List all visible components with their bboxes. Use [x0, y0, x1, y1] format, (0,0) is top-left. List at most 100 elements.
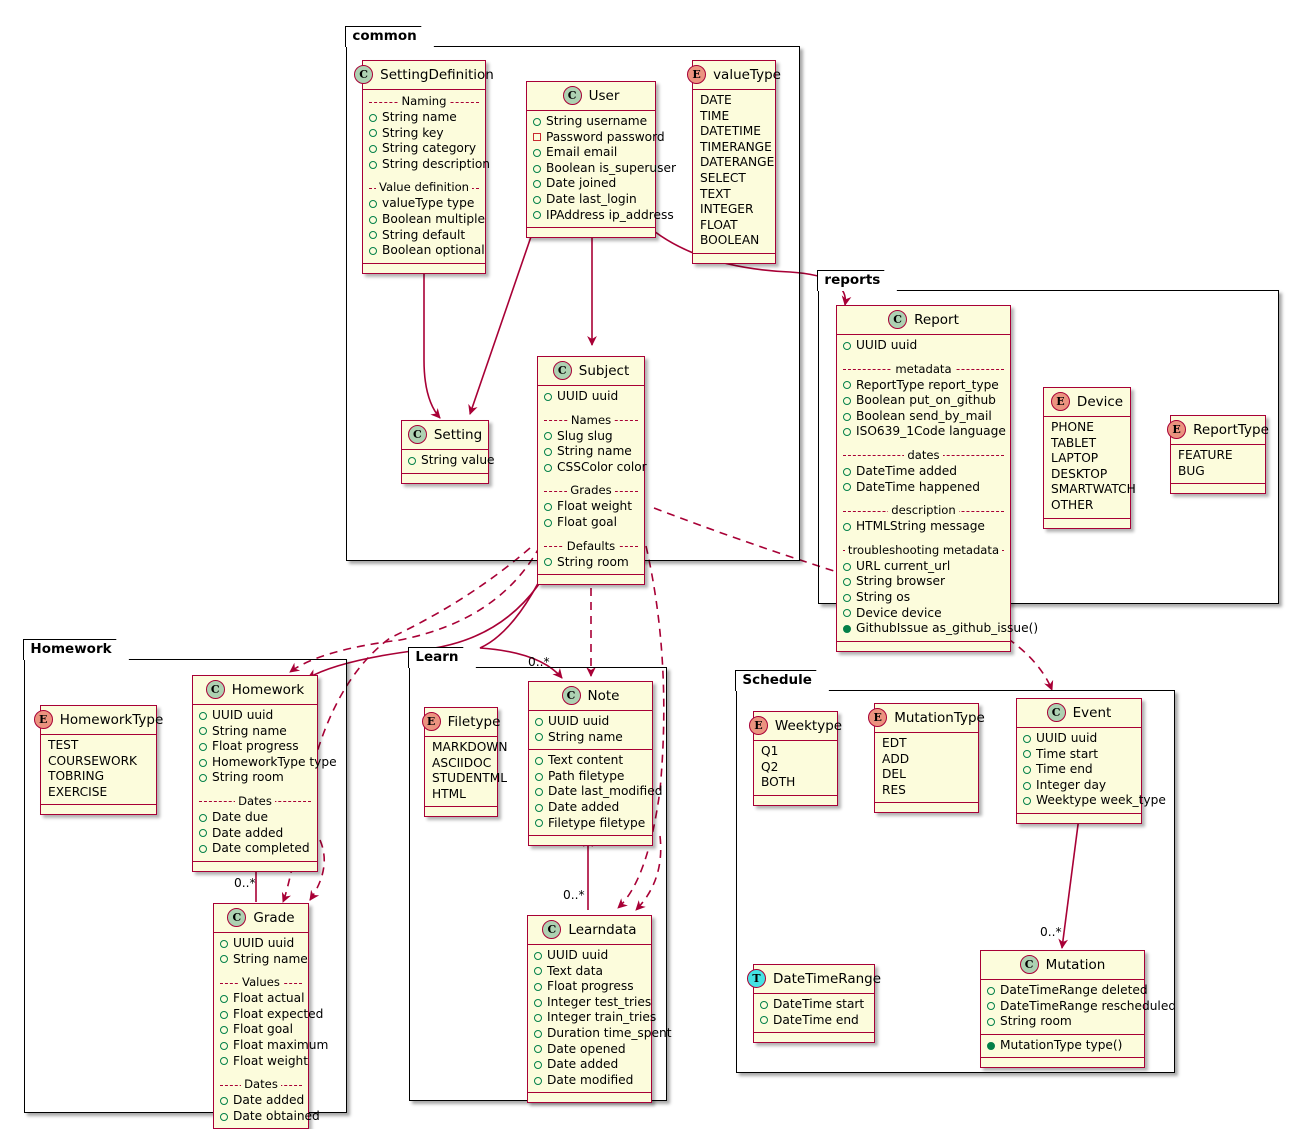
class-compartment: UUID uuid String name	[214, 933, 308, 971]
visibility-pub-icon	[533, 180, 541, 189]
visibility-priv-icon	[533, 133, 541, 142]
class-name-user: User	[588, 87, 620, 104]
member-label: ISO639_1Code language	[856, 424, 1006, 439]
visibility-pub-icon	[199, 844, 207, 853]
member-label: Float goal	[233, 1022, 294, 1037]
class-compartment: UUID uuid	[538, 386, 644, 409]
visibility-pub-icon	[534, 1076, 542, 1085]
class-event[interactable]: C Event UUID uuid Time start Time end Integer…	[1016, 698, 1166, 824]
class-compartment-empty	[193, 860, 317, 871]
class-header-note: C Note	[529, 682, 652, 711]
class-compartment: UUID uuid String name Float progress Homewo…	[193, 705, 337, 790]
enum-values-homework-type: TEST COURSEWORK TOBRING EXERCISE	[41, 735, 156, 804]
member-label: Device device	[856, 605, 942, 620]
class-icon: C	[354, 65, 374, 84]
class-subject[interactable]: C Subject UUID uuid Names Slug slug String na…	[537, 356, 647, 586]
class-setting[interactable]: C Setting String value	[401, 420, 495, 484]
enum-reporttype[interactable]: E ReportType FEATURE BUG	[1167, 415, 1269, 495]
class-icon: C	[562, 86, 582, 105]
enum-value: DATE	[700, 93, 732, 107]
member-label: UUID uuid	[557, 389, 619, 403]
class-name-device: Device	[1076, 393, 1124, 410]
class-learndata[interactable]: C Learndata UUID uuid Text data Float progre…	[527, 915, 672, 1104]
member-label: String name	[212, 723, 287, 738]
class-member: Float goal	[544, 515, 638, 531]
class-compartment: Values Float actual Float expected Float go…	[214, 971, 328, 1073]
enum-homeworktype[interactable]: E HomeworkType TEST COURSEWORK TOBRING EXERCI…	[33, 705, 163, 816]
class-member: UUID uuid	[843, 338, 1004, 354]
class-member: UUID uuid	[199, 708, 311, 724]
class-compartment: Naming String name String key String catego…	[363, 90, 490, 176]
member-label: Float maximum	[233, 1037, 329, 1052]
class-header-grade: C Grade	[214, 904, 308, 933]
class-homework[interactable]: C Homework UUID uuid String name Float progr…	[192, 675, 337, 872]
member-label: String key	[382, 125, 444, 140]
class-header-date-time-range: T DateTimeRange	[746, 965, 881, 994]
class-member: String value	[408, 453, 495, 469]
visibility-pub-icon	[220, 1057, 228, 1066]
visibility-pub-icon	[544, 518, 552, 527]
class-icon: C	[561, 686, 581, 705]
enum-weektype[interactable]: E Weektype Q1 Q2 BOTH	[748, 711, 842, 806]
class-name-homework: Homework	[231, 681, 305, 698]
class-member: Float progress	[199, 739, 311, 755]
member-label: Float expected	[233, 1006, 324, 1021]
enum-icon: E	[1167, 420, 1187, 439]
visibility-pub-icon	[533, 195, 541, 204]
visibility-pub-icon	[544, 432, 552, 441]
class-datetimerange[interactable]: T DateTimeRange DateTime start DateTime end	[746, 964, 881, 1044]
class-member: Integer test_tries	[534, 995, 651, 1011]
enum-value: PHONE	[1051, 420, 1094, 434]
visibility-pub-icon	[1023, 781, 1031, 790]
enum-filetype[interactable]: E Filetype MARKDOWN ASCIIDOC STUDENTML HTML	[421, 707, 508, 818]
enum-valuetype[interactable]: EvalueType DATE TIME DATETIME TIMERANGE DATER…	[687, 60, 781, 264]
member-label: Integer train_tries	[547, 1010, 657, 1025]
compartment-group-label: dates	[843, 447, 1004, 463]
class-header-filetype: E Filetype	[421, 708, 500, 737]
member-label: String room	[212, 770, 284, 785]
class-note[interactable]: C Note UUID uuid String name Text content Pat…	[528, 681, 662, 847]
class-settingdefinition[interactable]: C SettingDefinition Naming String name Strin…	[354, 60, 494, 274]
member-label: Date added	[212, 825, 284, 840]
visibility-pub-icon	[987, 1002, 995, 1011]
visibility-pub-icon	[760, 1016, 768, 1025]
class-user[interactable]: C User String username Password password Ema…	[526, 81, 676, 239]
class-icon: C	[552, 361, 572, 380]
enum-value: LAPTOP	[1051, 451, 1099, 466]
member-label: Slug slug	[557, 428, 613, 443]
class-member: ISO639_1Code language	[843, 424, 1006, 440]
class-member: String default	[369, 228, 479, 244]
enum-values-value-type: DATE TIME DATETIME TIMERANGE DATERANGE SELECT…	[693, 90, 775, 253]
enum-mutationtype[interactable]: E MutationType EDT ADD DEL RES	[868, 703, 985, 814]
enum-value: ADD	[882, 751, 910, 766]
member-label: Date last_login	[546, 191, 637, 206]
enum-value: STUDENTML	[432, 771, 508, 786]
visibility-pub-icon	[843, 341, 851, 350]
member-label: HomeworkType type	[212, 754, 337, 769]
visibility-pub-icon	[843, 467, 851, 476]
member-label: String description	[382, 156, 491, 171]
class-grade[interactable]: C Grade UUID uuid String name Values Float ac…	[213, 903, 328, 1129]
class-member: Filetype filetype	[535, 816, 646, 832]
class-member: Integer train_tries	[534, 1010, 656, 1026]
class-member: URL current_url	[843, 559, 1004, 575]
class-report[interactable]: C Report UUID uuid metadata ReportType repor…	[836, 305, 1038, 652]
class-mutation[interactable]: C Mutation DateTimeRange deleted DateTimeRa…	[980, 950, 1176, 1069]
compartment-group-label: description	[843, 503, 1004, 518]
class-compartment: String value	[402, 450, 495, 473]
class-compartment: UUID uuid	[837, 335, 1010, 358]
enum-device[interactable]: E Device PHONE TABLET LAPTOP DESKTOP SMARTWATC…	[1043, 387, 1136, 529]
package-tab-reports: reports	[817, 269, 911, 293]
visibility-pub-icon	[843, 593, 851, 602]
enum-value: Q2	[761, 759, 779, 774]
visibility-pub-icon	[534, 1060, 542, 1069]
visibility-pub-icon	[535, 803, 543, 812]
class-member: UUID uuid	[534, 948, 645, 964]
enum-value: DATERANGE	[700, 155, 775, 170]
class-member: Duration time_spent	[534, 1026, 672, 1042]
member-label: Duration time_spent	[547, 1025, 672, 1040]
visibility-pub-icon	[843, 396, 851, 405]
class-member: Boolean multiple	[369, 212, 485, 228]
member-label: IPAddress ip_address	[546, 207, 674, 222]
class-compartment: String username Password password Email em…	[527, 111, 676, 227]
